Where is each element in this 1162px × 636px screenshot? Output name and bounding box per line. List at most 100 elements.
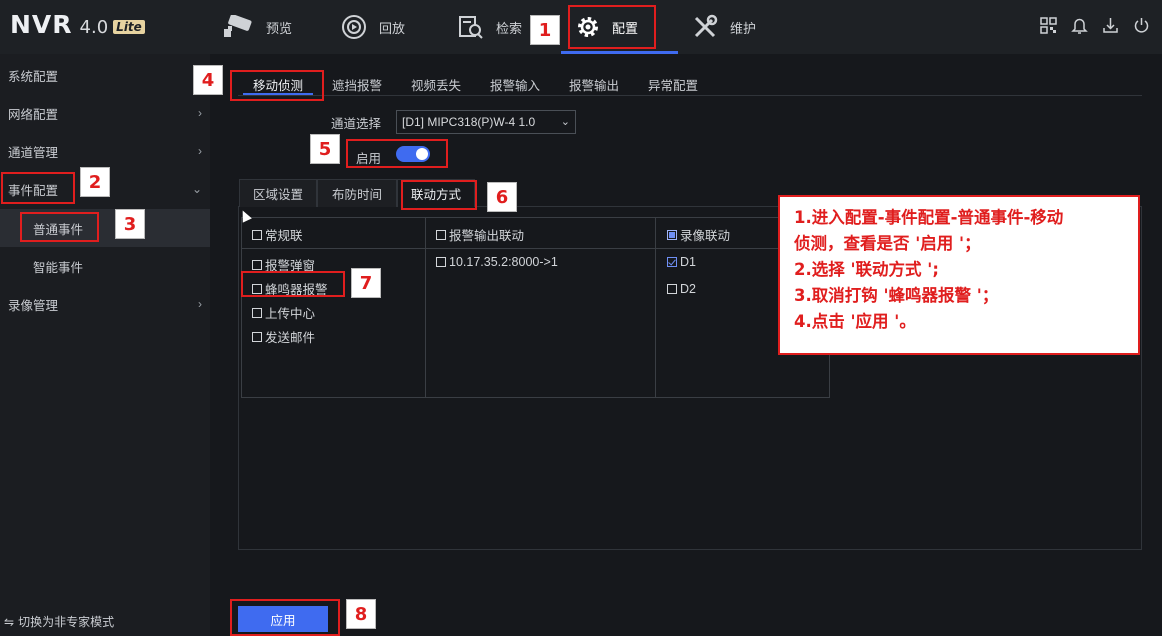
note-line: 3.取消打钩 '蜂鸣器报警 '； (794, 286, 999, 305)
download-icon[interactable] (1102, 17, 1119, 34)
top-right-icons (1040, 17, 1150, 34)
checkbox-label: 10.17.35.2:8000->1 (449, 255, 558, 269)
checkbox-box (252, 307, 262, 318)
step-number: 3 (115, 209, 145, 239)
checkbox-box (667, 284, 677, 294)
highlight-event-config (1, 172, 75, 204)
checkbox-box (436, 257, 446, 267)
step-number: 2 (80, 167, 110, 197)
col1-header: 常规联 (265, 229, 303, 243)
note-line: 4.点击 '应用 '。 (794, 312, 916, 331)
col1-header-checkbox[interactable]: 常规联 (252, 225, 303, 244)
nav-playback[interactable]: 回放 (341, 0, 405, 54)
sidebar-item-label: 系统配置 (8, 69, 59, 84)
grid-divider (655, 218, 656, 397)
nav-search-label: 检索 (496, 20, 523, 36)
tab-tamper[interactable]: 遮挡报警 (332, 75, 382, 94)
camera-icon (224, 15, 252, 37)
tab-video-loss[interactable]: 视频丢失 (411, 75, 461, 94)
nvr-logo: NVR 4.0 Lite (10, 10, 145, 40)
checkbox-box (667, 257, 677, 267)
checkbox-record-d2[interactable]: D2 (667, 282, 696, 296)
grid-divider (242, 248, 829, 249)
event-tabs: 移动侦测 遮挡报警 视频丢失 报警输入 报警输出 异常配置 (238, 70, 1142, 96)
note-line: 1.进入配置-事件配置-普通事件-移动 (794, 208, 1064, 227)
step-number: 5 (310, 134, 340, 164)
checkbox-upload-center[interactable]: 上传中心 (252, 303, 315, 322)
tab-alarm-input[interactable]: 报警输入 (490, 75, 540, 94)
subtab-schedule[interactable]: 布防时间 (317, 179, 397, 207)
switch-mode-label: 切换为非专家模式 (18, 615, 115, 629)
sidebar-item-label: 通道管理 (8, 145, 59, 160)
sidebar-item-label: 网络配置 (8, 107, 59, 122)
tools-icon (694, 14, 718, 38)
checkbox-box (252, 229, 262, 240)
logo-main: NVR (10, 10, 73, 39)
col3-header: 录像联动 (680, 229, 731, 243)
linkage-grid (241, 217, 830, 398)
nav-preview-label: 预览 (266, 20, 293, 36)
nav-maintenance[interactable]: 维护 (692, 0, 756, 54)
chevron-down-icon: ⌄ (560, 116, 570, 128)
chevron-right-icon: › (198, 144, 202, 158)
search-file-icon (459, 16, 483, 39)
subtab-area[interactable]: 区域设置 (239, 179, 317, 207)
col3-header-checkbox[interactable]: 录像联动 (667, 225, 730, 244)
instruction-note: 1.进入配置-事件配置-普通事件-移动 侦测，查看是否 '启用 '； 2.选择 … (778, 195, 1140, 355)
highlight-motion-tab (230, 70, 324, 101)
switch-mode-link[interactable]: ⇋ 切换为非专家模式 (4, 613, 114, 630)
sidebar-item-label: 智能事件 (33, 260, 84, 275)
tab-exception[interactable]: 异常配置 (648, 75, 698, 94)
channel-value: [D1] MIPC318(P)W-4 1.0 (402, 115, 536, 129)
channel-select[interactable]: [D1] MIPC318(P)W-4 1.0 ⌄ (396, 110, 576, 134)
checkbox-box (667, 229, 677, 240)
nav-maintenance-label: 维护 (730, 20, 757, 36)
tab-alarm-output[interactable]: 报警输出 (569, 75, 619, 94)
highlight-buzzer (241, 271, 345, 297)
checkbox-label: 上传中心 (265, 307, 316, 321)
highlight-apply (230, 599, 340, 636)
logo-badge: Lite (113, 20, 145, 34)
sidebar-item-smart-event[interactable]: 智能事件 (0, 247, 210, 285)
qr-icon[interactable] (1040, 17, 1057, 34)
checkbox-send-email[interactable]: 发送邮件 (252, 327, 315, 346)
sidebar-item-system[interactable]: 系统配置 (0, 56, 210, 94)
checkbox-box (436, 229, 446, 240)
col2-header: 报警输出联动 (449, 229, 525, 243)
note-line: 侦测，查看是否 '启用 '； (794, 234, 981, 253)
checkbox-label: 发送邮件 (265, 331, 316, 345)
checkbox-box (252, 259, 262, 270)
checkbox-record-d1[interactable]: D1 (667, 255, 696, 269)
grid-divider (425, 218, 426, 397)
checkbox-box (252, 331, 262, 342)
swap-icon: ⇋ (4, 614, 15, 629)
sidebar: 系统配置 网络配置 › 通道管理 › 事件配置 ⌄ 普通事件 智能事件 录像管理… (0, 54, 210, 636)
playback-icon (342, 15, 366, 39)
step-number: 6 (487, 182, 517, 212)
nav-active-indicator (561, 51, 678, 54)
sidebar-item-channel[interactable]: 通道管理 › (0, 132, 210, 170)
step-number: 1 (530, 15, 560, 45)
chevron-right-icon: › (198, 106, 202, 120)
step-number: 7 (351, 268, 381, 298)
sidebar-item-record[interactable]: 录像管理 › (0, 285, 210, 323)
checkbox-alarm-output[interactable]: 10.17.35.2:8000->1 (436, 255, 558, 269)
col2-header-checkbox[interactable]: 报警输出联动 (436, 225, 524, 244)
chevron-down-icon: ⌄ (191, 182, 202, 196)
highlight-enable (346, 139, 448, 168)
logo-version: 4.0 (79, 17, 109, 38)
sidebar-item-network[interactable]: 网络配置 › (0, 94, 210, 132)
nav-preview[interactable]: 预览 (222, 0, 292, 54)
highlight-linkage-tab (401, 180, 477, 210)
checkbox-label: D1 (680, 255, 696, 269)
power-icon[interactable] (1133, 17, 1150, 34)
channel-label: 通道选择 (331, 117, 382, 131)
bell-icon[interactable] (1071, 17, 1088, 34)
step-number: 8 (346, 599, 376, 629)
chevron-right-icon: › (198, 297, 202, 311)
nav-playback-label: 回放 (379, 20, 406, 36)
sidebar-item-label: 录像管理 (8, 298, 59, 313)
nav-search[interactable]: 检索 (458, 0, 522, 54)
note-line: 2.选择 '联动方式 '; (794, 260, 939, 279)
highlight-normal-event (20, 212, 99, 242)
